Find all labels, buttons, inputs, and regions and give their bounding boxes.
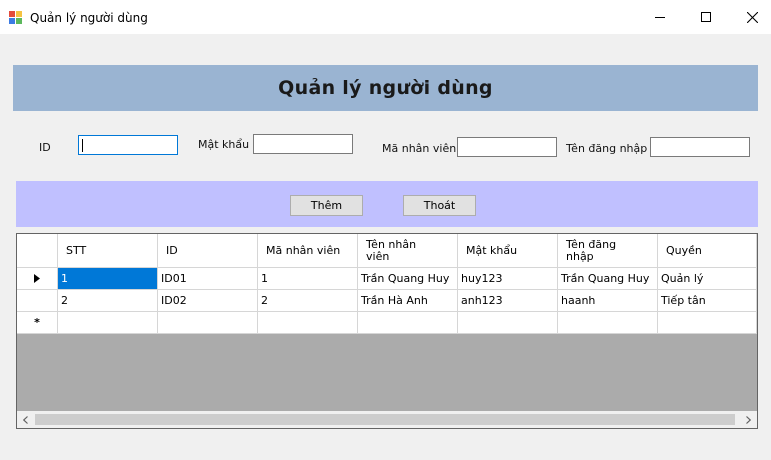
window-title: Quản lý người dùng <box>30 11 148 25</box>
close-icon <box>746 11 758 23</box>
table-cell[interactable]: ID01 <box>158 268 258 290</box>
column-header-label: Tên nhân <box>366 237 417 251</box>
new-row[interactable]: * <box>17 312 757 334</box>
table-cell[interactable]: Trần Quang Huy <box>558 268 658 290</box>
header-corner <box>17 234 58 268</box>
table-cell[interactable] <box>358 312 458 334</box>
table-cell[interactable]: Tiếp tân <box>658 290 757 312</box>
table-cell[interactable]: Quản lý <box>658 268 757 290</box>
column-header[interactable]: Mã nhân viên <box>258 234 358 268</box>
table-cell[interactable] <box>658 312 757 334</box>
column-header-label: STT <box>66 243 87 257</box>
column-header[interactable]: ID <box>158 234 258 268</box>
table-cell[interactable] <box>558 312 658 334</box>
id-input[interactable] <box>78 135 178 155</box>
row-header[interactable] <box>17 268 58 290</box>
current-row-arrow-icon <box>34 274 40 283</box>
column-header-label: ID <box>166 243 178 257</box>
close-button[interactable] <box>729 0 771 34</box>
table-cell[interactable]: anh123 <box>458 290 558 312</box>
column-header-label: Quyền <box>666 243 702 257</box>
column-header[interactable]: STT <box>58 234 158 268</box>
table-cell[interactable]: 1 <box>258 268 358 290</box>
username-input[interactable] <box>650 137 750 157</box>
table-row[interactable]: 1 ID01 1 Trần Quang Huy huy123 Trần Quan… <box>17 268 757 290</box>
table-cell[interactable]: Trần Quang Huy <box>358 268 458 290</box>
username-label: Tên đăng nhập <box>566 142 648 155</box>
page-title: Quản lý người dùng <box>278 77 493 99</box>
text-caret <box>82 139 83 152</box>
maximize-icon <box>701 12 711 22</box>
maximize-button[interactable] <box>683 0 729 34</box>
password-label: Mật khẩu <box>198 138 250 151</box>
title-bar: Quản lý người dùng <box>0 0 771 34</box>
users-data-grid[interactable]: STT ID Mã nhân viên Tên nhân viên Mật khẩ… <box>16 233 758 429</box>
row-header[interactable] <box>17 290 58 312</box>
column-header[interactable]: Mật khẩu <box>458 234 558 268</box>
horizontal-scrollbar[interactable] <box>17 411 757 428</box>
row-header[interactable]: * <box>17 312 58 334</box>
column-header[interactable]: Tên đăng nhập <box>558 234 658 268</box>
scroll-right-button[interactable] <box>740 411 757 428</box>
table-cell[interactable] <box>158 312 258 334</box>
table-cell[interactable] <box>258 312 358 334</box>
column-header-label: Mật khẩu <box>466 243 518 257</box>
column-header[interactable]: Quyền <box>658 234 757 268</box>
employee-code-label: Mã nhân viên <box>382 142 457 155</box>
scrollbar-thumb[interactable] <box>35 414 735 425</box>
column-header-label: nhập <box>566 249 594 263</box>
exit-button[interactable]: Thoát <box>403 195 476 216</box>
grid-header-row: STT ID Mã nhân viên Tên nhân viên Mật khẩ… <box>17 234 757 268</box>
column-header-label: Mã nhân viên <box>266 243 341 257</box>
table-cell[interactable]: 2 <box>258 290 358 312</box>
column-header-label: viên <box>366 249 390 263</box>
scroll-left-icon <box>23 415 28 424</box>
header-banner: Quản lý người dùng <box>13 65 758 111</box>
form-app-icon <box>9 11 22 24</box>
scroll-left-button[interactable] <box>17 411 34 428</box>
minimize-button[interactable] <box>637 0 683 34</box>
password-input[interactable] <box>253 134 353 154</box>
add-button[interactable]: Thêm <box>290 195 363 216</box>
column-header-label: Tên đăng <box>566 237 617 251</box>
table-cell[interactable]: haanh <box>558 290 658 312</box>
table-cell[interactable] <box>458 312 558 334</box>
table-cell[interactable]: huy123 <box>458 268 558 290</box>
id-label: ID <box>39 141 51 154</box>
table-cell[interactable]: Trần Hà Anh <box>358 290 458 312</box>
employee-code-input[interactable] <box>457 137 557 157</box>
table-cell[interactable] <box>58 312 158 334</box>
scroll-right-icon <box>746 415 751 424</box>
column-header[interactable]: Tên nhân viên <box>358 234 458 268</box>
table-cell[interactable]: ID02 <box>158 290 258 312</box>
table-cell[interactable]: 2 <box>58 290 158 312</box>
table-row[interactable]: 2 ID02 2 Trần Hà Anh anh123 haanh Tiếp t… <box>17 290 757 312</box>
table-cell[interactable]: 1 <box>58 268 158 290</box>
action-bar <box>16 181 758 227</box>
minimize-icon <box>655 17 665 18</box>
new-row-marker: * <box>34 316 40 329</box>
